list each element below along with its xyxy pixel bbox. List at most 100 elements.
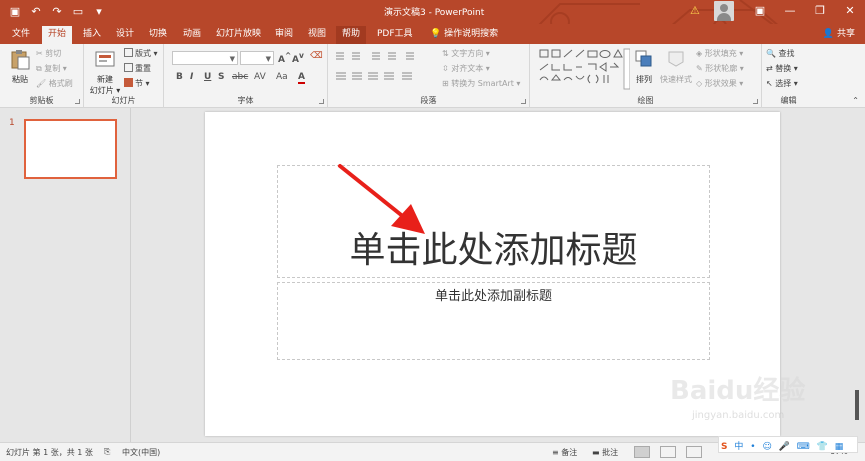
pen-icon: ✎ (696, 64, 703, 73)
font-color-button[interactable]: A (298, 72, 305, 84)
emoji-icon[interactable]: ☺ (762, 442, 771, 452)
clipboard-icon (11, 50, 30, 70)
tab-animations[interactable]: 动画 (177, 26, 207, 44)
font-group: ▼ ▼ A^ Av ⌫ B I U S abc AV Aa A 字体 (164, 44, 328, 108)
normal-view-button[interactable] (634, 446, 650, 458)
paragraph-launcher[interactable] (521, 99, 526, 104)
shapes-gallery[interactable] (538, 48, 631, 90)
chinese-mode-icon[interactable]: 中 (734, 439, 743, 452)
shape-effects-button[interactable]: ◇ 形状效果 ▾ (696, 78, 743, 89)
quick-styles-icon (668, 51, 684, 67)
change-case-button[interactable]: Aa (276, 72, 288, 82)
clear-formatting-icon[interactable]: ⌫ (310, 51, 323, 61)
tab-review[interactable]: 审阅 (269, 26, 299, 44)
tell-me-search[interactable]: 💡 操作说明搜索 (424, 26, 504, 44)
tab-view[interactable]: 视图 (302, 26, 332, 44)
arrange-button[interactable]: 排列 (632, 48, 656, 85)
notes-button[interactable]: ≡ 备注 (552, 447, 577, 458)
red-arrow-annotation (338, 164, 425, 234)
vertical-scrollbar[interactable] (855, 390, 859, 420)
redo-icon[interactable]: ↷ (48, 3, 66, 21)
new-slide-button[interactable]: 新建 幻灯片 ▾ (88, 48, 122, 96)
align-text-icon: ⇳ (442, 64, 449, 73)
avatar[interactable] (714, 1, 734, 21)
slideshow-icon[interactable]: ▭ (69, 3, 87, 21)
shape-outline-button[interactable]: ✎ 形状轮廓 ▾ (696, 63, 744, 74)
shadow-button[interactable]: S (218, 72, 224, 82)
minimize-icon[interactable]: — (775, 0, 805, 24)
drawing-label: 绘图 (637, 96, 654, 105)
spellcheck-icon[interactable]: ⎘ (104, 447, 110, 457)
underline-button[interactable]: U (204, 72, 211, 82)
skin-icon[interactable]: 👕 (817, 442, 828, 452)
tab-insert[interactable]: 插入 (77, 26, 107, 44)
ime-toolbar: S 中 • ☺ 🎤 ⌨ 👕 ▦ (718, 436, 858, 453)
share-button[interactable]: 👤 共享 (823, 26, 855, 39)
ribbon-display-icon[interactable]: ▣ (745, 0, 775, 24)
lightbulb-icon: 💡 (430, 29, 442, 39)
smartart-button[interactable]: ⊞ 转换为 SmartArt ▾ (442, 78, 520, 89)
font-launcher[interactable] (319, 99, 324, 104)
select-button[interactable]: ↖ 选择 ▾ (766, 78, 798, 89)
reset-button[interactable]: 重置 (124, 63, 151, 74)
character-spacing-button[interactable]: AV (254, 72, 266, 82)
drawing-group: 排列 快速样式 ◈ 形状填充 ▾ ✎ 形状轮廓 ▾ ◇ 形状效果 ▾ 绘图 (530, 44, 762, 108)
text-direction-button[interactable]: ⇅ 文字方向 ▾ (442, 48, 490, 59)
language-status[interactable]: 中文(中国) (122, 447, 160, 458)
editing-label: 编辑 (780, 96, 797, 105)
paste-button[interactable]: 粘贴 (6, 48, 34, 85)
microphone-icon[interactable]: 🎤 (779, 442, 790, 452)
ribbon-tabs: 文件 开始 插入 设计 切换 动画 幻灯片放映 审阅 视图 帮助 PDF工具 💡… (0, 24, 865, 44)
shrink-font-button[interactable]: Av (292, 51, 304, 65)
grow-font-button[interactable]: A^ (278, 51, 291, 65)
comments-button[interactable]: ▬ 批注 (592, 447, 618, 458)
person-icon: 👤 (822, 29, 835, 39)
bold-button[interactable]: B (176, 72, 183, 82)
clipboard-launcher[interactable] (75, 99, 80, 104)
tab-slideshow[interactable]: 幻灯片放映 (210, 26, 267, 44)
quick-styles-button[interactable]: 快速样式 (658, 48, 694, 85)
tab-help[interactable]: 帮助 (336, 26, 367, 44)
comment-icon: ▬ (592, 448, 600, 457)
font-size-combo[interactable]: ▼ (240, 51, 274, 65)
punctuation-icon[interactable]: • (750, 442, 755, 452)
format-painter-button[interactable]: 🖌 格式刷 (36, 78, 73, 89)
toolbox-icon[interactable]: ▦ (835, 442, 844, 452)
italic-button[interactable]: I (190, 72, 193, 82)
restore-icon[interactable]: ❐ (805, 0, 835, 24)
copy-button[interactable]: ⧉ 复制 ▾ (36, 63, 67, 74)
undo-icon[interactable]: ↶ (27, 3, 45, 21)
tab-transitions[interactable]: 切换 (143, 26, 173, 44)
reading-view-button[interactable] (686, 446, 702, 458)
window-title: 演示文稿3 - PowerPoint (384, 8, 485, 18)
subtitle-placeholder[interactable]: 单击此处添加副标题 (277, 282, 710, 360)
slide-thumbnail[interactable] (24, 119, 117, 179)
keyboard-icon[interactable]: ⌨ (797, 442, 810, 452)
slide-sorter-button[interactable] (660, 446, 676, 458)
cut-button[interactable]: ✂ 剪切 (36, 48, 61, 59)
save-icon[interactable]: ▣ (6, 3, 24, 21)
shapes-icon (539, 48, 631, 90)
warning-icon[interactable]: ⚠ (690, 4, 700, 17)
section-button[interactable]: 节 ▾ (124, 78, 150, 89)
tab-file[interactable]: 文件 (6, 26, 36, 44)
cursor-icon: ↖ (766, 79, 773, 88)
layout-button[interactable]: 版式 ▾ (124, 48, 158, 59)
collapse-ribbon-icon[interactable]: ⌃ (852, 96, 859, 105)
sogou-icon[interactable]: S (721, 442, 727, 452)
align-text-button[interactable]: ⇳ 对齐文本 ▾ (442, 63, 490, 74)
chevron-down-icon: ▼ (265, 55, 271, 63)
find-button[interactable]: 🔍 查找 (766, 48, 795, 59)
font-family-combo[interactable]: ▼ (172, 51, 238, 65)
tab-home[interactable]: 开始 (42, 26, 73, 44)
customize-qat-icon[interactable]: ▾ (90, 3, 108, 21)
shape-fill-button[interactable]: ◈ 形状填充 ▾ (696, 48, 743, 59)
chevron-down-icon: ▼ (229, 55, 235, 63)
close-icon[interactable]: ✕ (835, 0, 865, 24)
replace-button[interactable]: ⇄ 替换 ▾ (766, 63, 798, 74)
tab-design[interactable]: 设计 (110, 26, 140, 44)
strikethrough-button[interactable]: abc (232, 72, 248, 82)
drawing-launcher[interactable] (753, 99, 758, 104)
tab-pdf-tools[interactable]: PDF工具 (371, 26, 419, 44)
window-controls: ▣ — ❐ ✕ (745, 0, 865, 24)
